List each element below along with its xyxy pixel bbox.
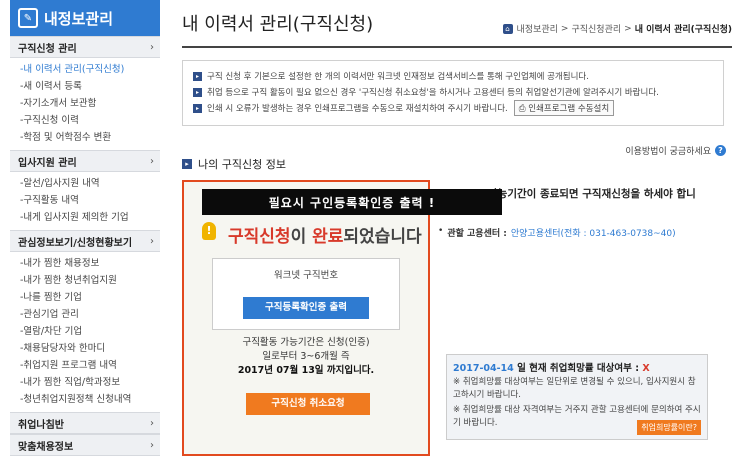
- sidebar-item[interactable]: -열람/차단 기업: [20, 323, 160, 340]
- breadcrumb-separator: >: [560, 23, 569, 34]
- title-divider: [182, 46, 732, 48]
- status-x-mark: X: [642, 363, 650, 374]
- notice-item: ▸ 구직 신청 후 기본으로 설정한 한 개의 이력서만 워크넷 인재정보 검색…: [183, 69, 723, 83]
- employment-center-link[interactable]: 안양고용센터(전화 : 031-463-0738~40): [511, 226, 676, 239]
- bullet-icon: ▸: [193, 71, 202, 81]
- bullet-icon: ▸: [193, 87, 202, 97]
- complete-message: 구직신청이 완료되었습니다: [228, 227, 422, 247]
- hope-rate-note: ※ 취업희망률 대상여부는 일단위로 변경될 수 있으니, 입사지원시 참고하시…: [453, 377, 696, 400]
- period-info: 구직활동 가능기간은 신청(인증) 일로부터 3~6개월 즉 2017년 07월…: [237, 337, 375, 376]
- sidebar-item[interactable]: -나를 찜한 기업: [20, 289, 160, 306]
- chevron-right-icon: ›: [150, 439, 154, 451]
- sidebar-section[interactable]: 구직신청 관리 ›: [10, 36, 160, 58]
- chevron-right-icon: ›: [150, 417, 154, 429]
- chevron-right-icon: ›: [150, 41, 154, 53]
- breadcrumb-current: 내 이력서 관리(구직신청): [634, 25, 732, 35]
- sidebar-item[interactable]: -새 이력서 등록: [20, 78, 160, 95]
- sidebar-section[interactable]: 맞춤채용정보 ›: [10, 434, 160, 456]
- sidebar-item-list: -내가 찜한 채용정보 -내가 찜한 청년취업지원 -나를 찜한 기업 -관심기업 관…: [10, 252, 160, 412]
- sidebar-item[interactable]: -구직활동 내역: [20, 192, 160, 209]
- cancel-application-button[interactable]: 구직신청 취소요청: [246, 393, 370, 415]
- sidebar-item[interactable]: -내게 입사지원 제의한 기업: [20, 209, 160, 226]
- expiry-notice: 가능기간이 종료되면 구직재신청을 하세야 합니: [488, 188, 696, 200]
- help-link[interactable]: 이용방법이 궁금하세요 ?: [625, 144, 726, 157]
- chevron-right-icon: ›: [150, 235, 154, 247]
- sidebar-item[interactable]: -취업지원 프로그램 내역: [20, 357, 160, 374]
- sidebar-item[interactable]: -구직신청 이력: [20, 112, 160, 129]
- sidebar-item[interactable]: -내가 찜한 채용정보: [20, 255, 160, 272]
- worknet-number-label: 워크넷 구직번호: [273, 270, 339, 281]
- sidebar-section[interactable]: 관심정보보기/신청현황보기 ›: [10, 230, 160, 252]
- job-application-panel: 필요시 구인등록확인증 출력 ! ! 구직신청이 완료되었습니다 워크넷 구직번…: [182, 180, 502, 456]
- bullet-icon: ▸: [193, 103, 202, 113]
- print-certificate-button[interactable]: 구직등록확인증 출력: [243, 297, 369, 319]
- sidebar-item-list: -알선/입사지원 내역 -구직활동 내역 -내게 입사지원 제의한 기업: [10, 172, 160, 230]
- alert-icon: !: [202, 222, 216, 240]
- sidebar-item[interactable]: -채용담당자와 한마디: [20, 340, 160, 357]
- hope-rate-box: 2017-04-14 일 현재 취업희망률 대상여부 : X ※ 취업희망률 대…: [446, 354, 708, 440]
- bullet-icon: ▸: [182, 159, 192, 169]
- sidebar-section[interactable]: 취업나침반 ›: [10, 412, 160, 434]
- notice-item: ▸ 취업 등으로 구직 활동이 필요 없으신 경우 '구직신청 취소요청'을 하…: [183, 85, 723, 99]
- sidebar-item[interactable]: -내 이력서 관리(구직신청): [20, 61, 160, 78]
- breadcrumb-separator: >: [624, 23, 632, 34]
- employment-center-info: • 관할 고용센터 : 안양고용센터(전화 : 031-463-0738~40): [438, 226, 676, 239]
- sidebar: ✎ 내정보관리 구직신청 관리 › -내 이력서 관리(구직신청) -새 이력서 등록…: [10, 0, 160, 462]
- sidebar-section[interactable]: 입사지원 관리 ›: [10, 150, 160, 172]
- worknet-number-box: 워크넷 구직번호 구직등록확인증 출력: [212, 258, 400, 330]
- sidebar-item-list: -내 이력서 관리(구직신청) -새 이력서 등록 -자기소개서 보관함 -구직신청 …: [10, 58, 160, 150]
- section-title: ▸ 나의 구직신청 정보: [182, 156, 286, 172]
- sidebar-item[interactable]: -알선/입사지원 내역: [20, 175, 160, 192]
- sidebar-item[interactable]: -내가 찜한 직업/학과정보: [20, 374, 160, 391]
- page-title: 내 이력서 관리(구직신청): [182, 14, 374, 35]
- sidebar-item[interactable]: -관심기업 관리: [20, 306, 160, 323]
- sidebar-title: 내정보관리: [44, 9, 114, 28]
- notice-item: ▸ 인쇄 시 오류가 발생하는 경우 인쇄프로그램을 수동으로 재설치하여 주시…: [183, 100, 723, 116]
- question-icon: ?: [715, 145, 726, 156]
- print-icon: ⎙: [518, 104, 526, 114]
- sidebar-menu: 구직신청 관리 › -내 이력서 관리(구직신청) -새 이력서 등록 -자기소개서 보…: [10, 36, 160, 456]
- annotation-stamp: 필요시 구인등록확인증 출력 !: [202, 189, 502, 215]
- sidebar-item[interactable]: -청년취업지원정책 신청내역: [20, 391, 160, 408]
- chevron-right-icon: ›: [150, 155, 154, 167]
- hope-rate-info-button[interactable]: 취업희망률이란?: [637, 420, 701, 435]
- bullet-icon: •: [438, 226, 444, 236]
- sidebar-item[interactable]: -학점 및 어학점수 변환: [20, 129, 160, 146]
- sidebar-item[interactable]: -자기소개서 보관함: [20, 95, 160, 112]
- breadcrumb-item-1[interactable]: 내정보관리: [517, 22, 558, 35]
- sidebar-header: ✎ 내정보관리: [10, 0, 160, 36]
- notice-box: ▸ 구직 신청 후 기본으로 설정한 한 개의 이력서만 워크넷 인재정보 검색…: [182, 60, 724, 126]
- sidebar-item[interactable]: -내가 찜한 청년취업지원: [20, 272, 160, 289]
- main-content: 내 이력서 관리(구직신청) ⌂ 내정보관리 > 구직신청관리 > 내 이력서 …: [172, 0, 732, 462]
- breadcrumb: ⌂ 내정보관리 > 구직신청관리 > 내 이력서 관리(구직신청): [502, 22, 732, 35]
- hope-rate-status: 2017-04-14 일 현재 취업희망률 대상여부 : X: [453, 363, 650, 374]
- home-icon[interactable]: ⌂: [502, 23, 513, 34]
- edit-icon: ✎: [18, 8, 38, 28]
- print-program-install-button[interactable]: ⎙ 인쇄프로그램 수동설치: [513, 100, 615, 116]
- breadcrumb-item-2[interactable]: 구직신청관리: [571, 22, 621, 35]
